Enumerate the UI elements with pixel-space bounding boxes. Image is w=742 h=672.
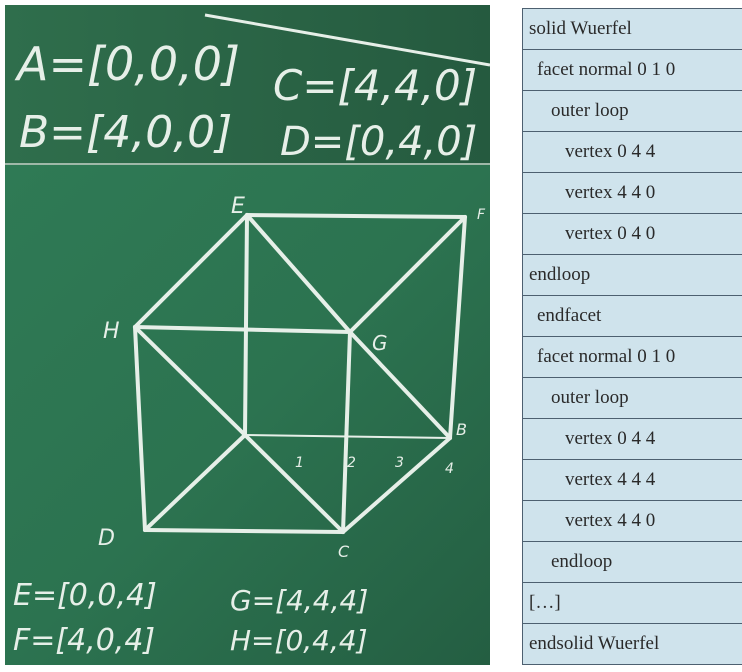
coord-a: A=[0,0,0]	[14, 37, 240, 91]
stl-line: vertex 4 4 0	[522, 500, 742, 542]
stl-row: vertex 0 4 4	[522, 418, 742, 460]
stl-line: vertex 0 4 0	[522, 213, 742, 255]
stl-line: vertex 4 4 0	[522, 172, 742, 214]
stl-row: endsolid Wuerfel	[522, 623, 742, 665]
tick-4: 4	[445, 461, 454, 477]
label-f: F	[477, 207, 486, 223]
stl-row: vertex 4 4 0	[522, 500, 742, 542]
stl-line: vertex 0 4 4	[522, 418, 742, 460]
stl-row: vertex 0 4 4	[522, 131, 742, 173]
stl-row: endloop	[522, 254, 742, 296]
label-c: C	[338, 542, 350, 561]
label-b: B	[456, 420, 467, 439]
stl-line: endfacet	[522, 295, 742, 337]
tick-1: 1	[295, 455, 304, 471]
stl-row: solid Wuerfel	[522, 8, 742, 50]
cube-edge-DC	[143, 528, 345, 534]
label-d: D	[98, 526, 115, 551]
stl-row: endloop	[522, 541, 742, 583]
stl-line: endloop	[522, 541, 742, 583]
label-e: E	[231, 194, 245, 219]
label-g: G	[372, 331, 388, 355]
stl-row: facet normal 0 1 0	[522, 49, 742, 91]
stl-line: vertex 0 4 4	[522, 131, 742, 173]
tick-3: 3	[395, 455, 404, 471]
cube-edge-EF	[245, 213, 467, 219]
stl-line: endloop	[522, 254, 742, 296]
stl-row: vertex 4 4 4	[522, 459, 742, 501]
stl-line: outer loop	[522, 90, 742, 132]
stl-line: facet normal 0 1 0	[522, 336, 742, 378]
coord-h: H=[0,4,4]	[230, 624, 368, 657]
tick-2: 2	[347, 455, 356, 471]
coord-f: F=[4,0,4]	[13, 623, 155, 658]
coord-b: B=[4,0,0]	[19, 107, 232, 158]
stl-row: facet normal 0 1 0	[522, 336, 742, 378]
stl-line: outer loop	[522, 377, 742, 419]
coord-g: G=[4,4,4]	[230, 584, 368, 617]
stl-code-table: solid Wuerfel facet normal 0 1 0 outer loo…	[522, 8, 742, 665]
coord-c: C=[4,4,0]	[273, 61, 477, 110]
stl-line: facet normal 0 1 0	[522, 49, 742, 91]
chalkboard-photo: A=[0,0,0] C=[4,4,0] B=[4,0,0] D=[0,4,0] …	[5, 5, 490, 665]
stl-line: […]	[522, 582, 742, 624]
label-h: H	[103, 319, 120, 344]
stl-line: endsolid Wuerfel	[522, 623, 742, 665]
stl-row: outer loop	[522, 377, 742, 419]
stl-line: solid Wuerfel	[522, 8, 742, 50]
stl-row: […]	[522, 582, 742, 624]
stl-row: outer loop	[522, 90, 742, 132]
stl-row: vertex 4 4 0	[522, 172, 742, 214]
coord-e: E=[0,0,4]	[13, 578, 157, 613]
cube-edge-EA	[243, 213, 249, 437]
coord-d: D=[0,4,0]	[280, 119, 477, 165]
stl-line: vertex 4 4 4	[522, 459, 742, 501]
stl-row: endfacet	[522, 295, 742, 337]
stl-row: vertex 0 4 0	[522, 213, 742, 255]
